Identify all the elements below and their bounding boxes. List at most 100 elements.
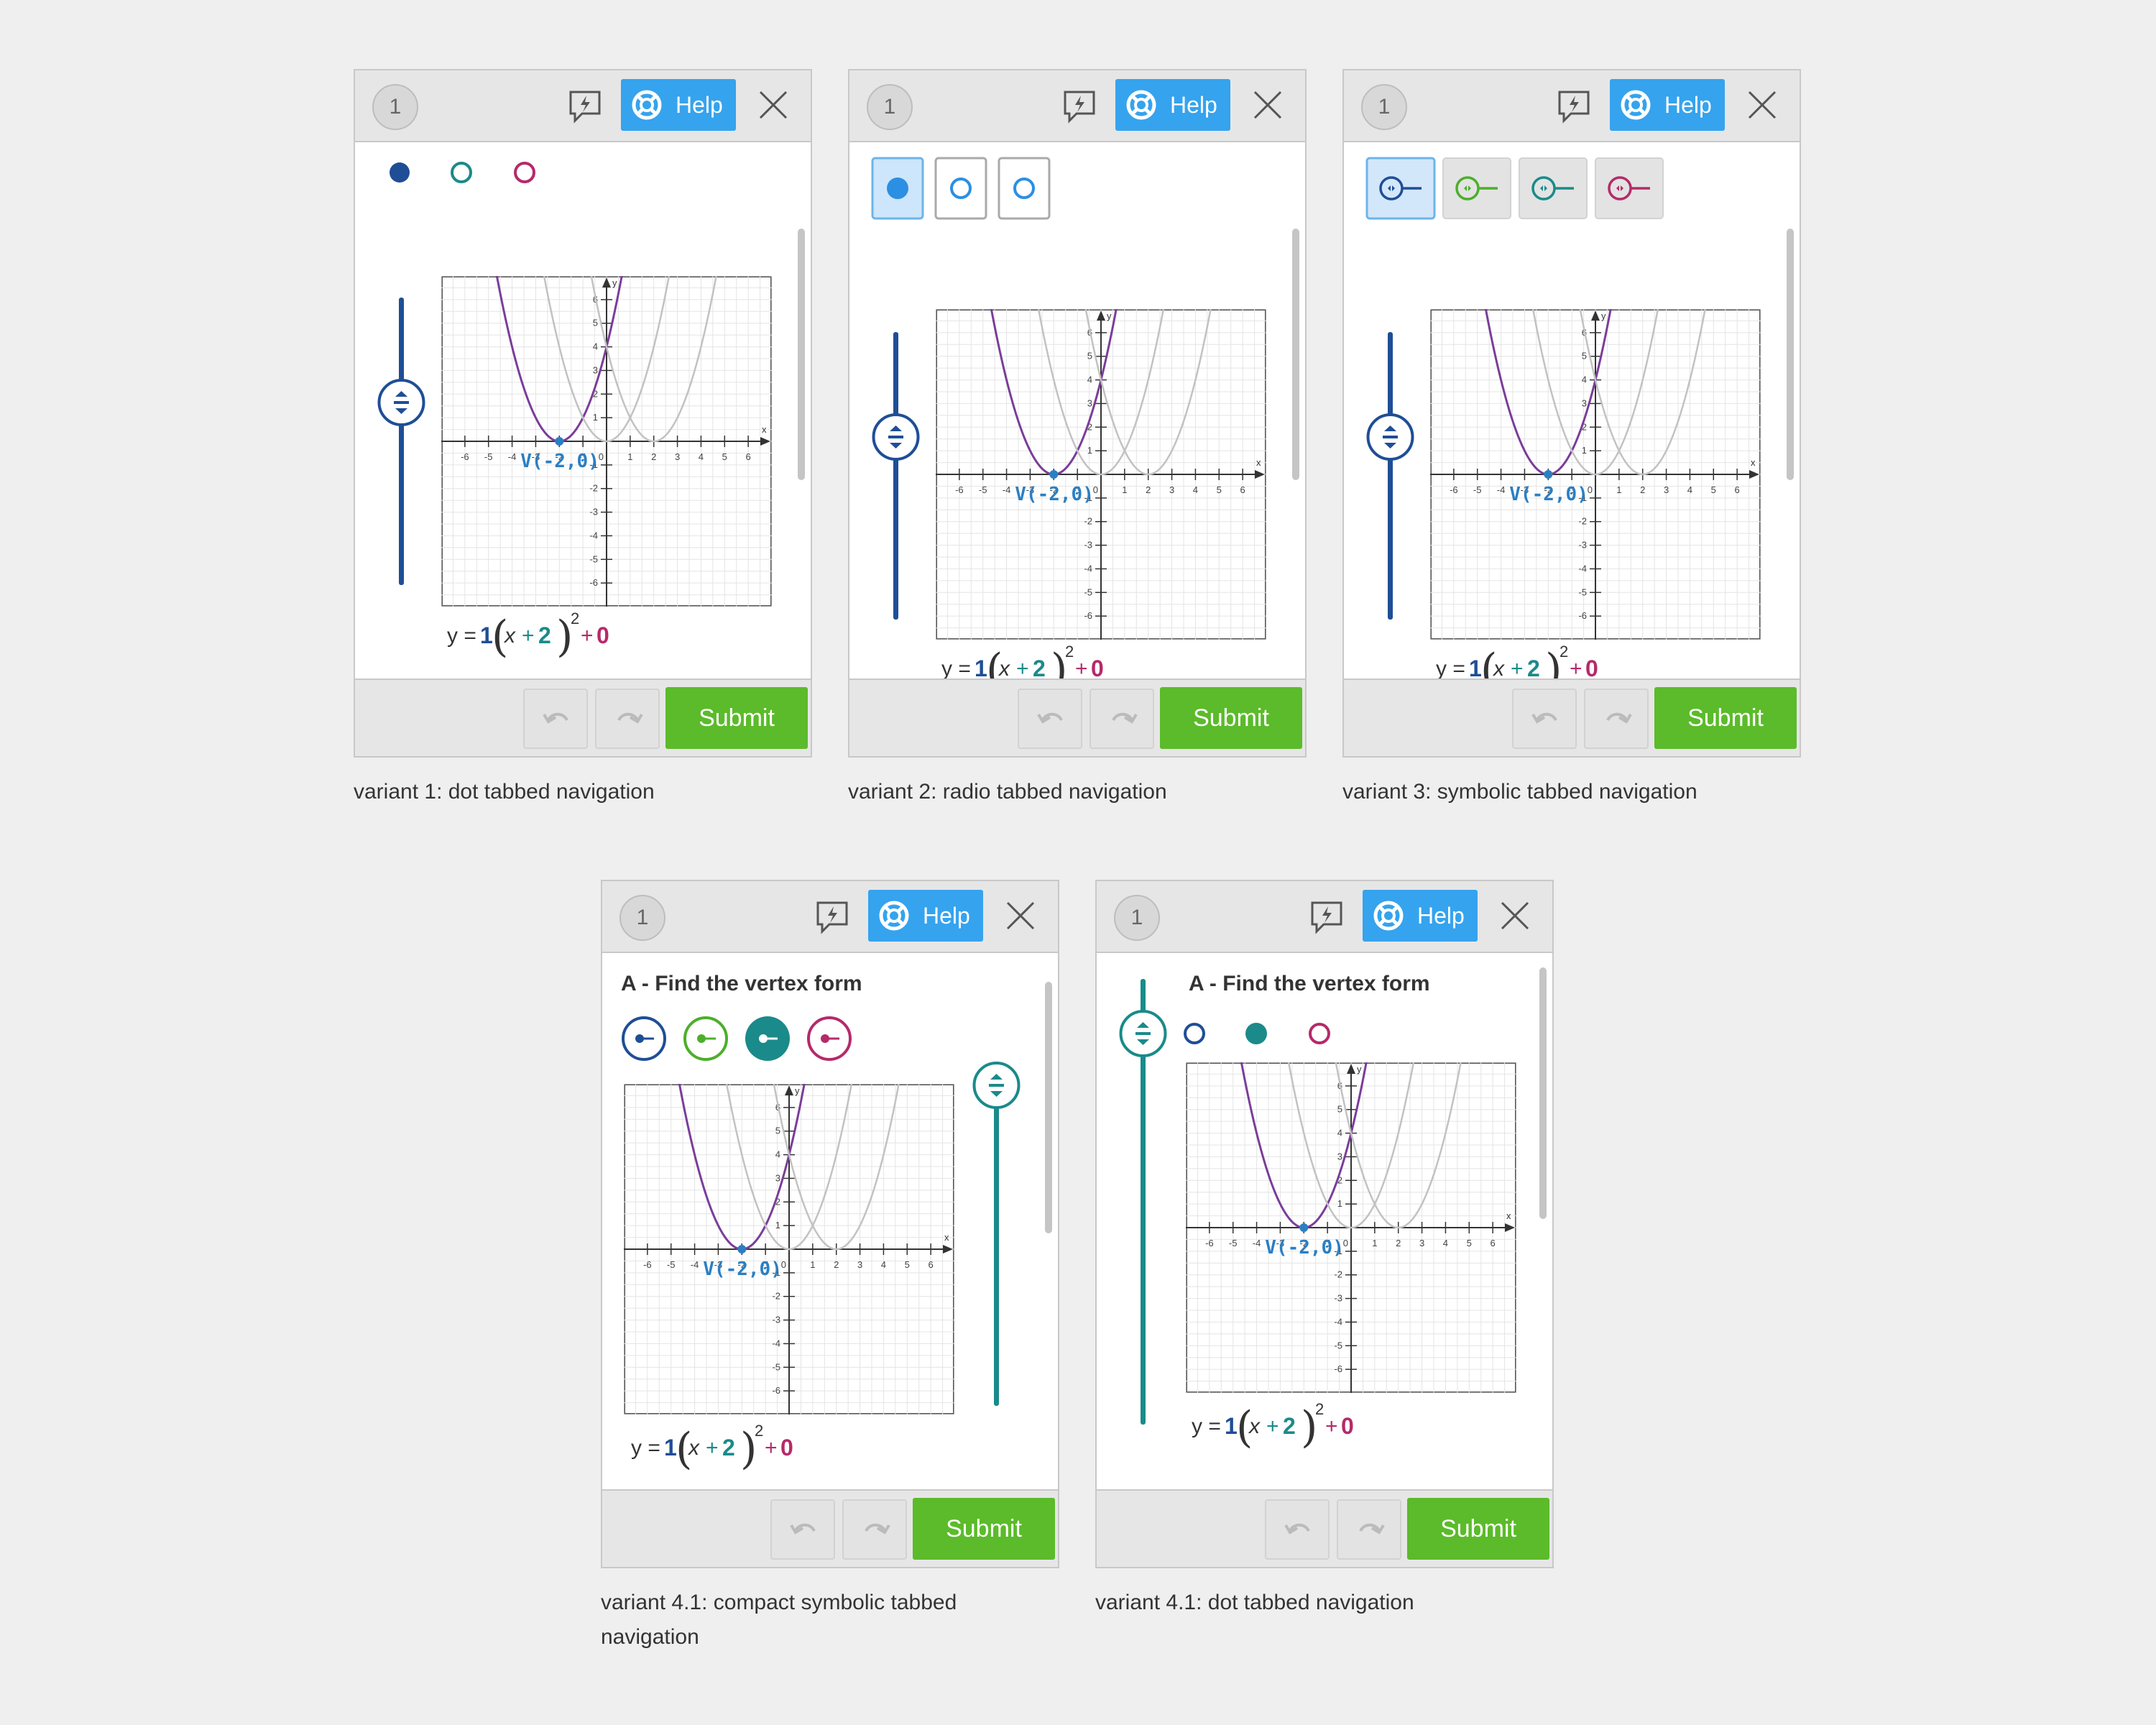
redo-button[interactable] — [1584, 689, 1649, 749]
tab-dot-1[interactable] — [1184, 1023, 1205, 1044]
vertical-slider[interactable] — [1365, 332, 1416, 620]
feedback-icon[interactable] — [1555, 88, 1593, 125]
tab-symbol-green[interactable] — [1442, 157, 1511, 219]
panel-body: x y -6 -5 -4 -3 -2 -1 1 2 3 4 5 6 0 6 5 4 3 2 1 -1 -2 -3 -4 -5 -6 V… — [355, 142, 811, 680]
help-button[interactable]: Help — [1363, 890, 1478, 942]
lifebuoy-icon — [1373, 901, 1404, 931]
panel-footer: Submit — [355, 678, 811, 756]
feedback-icon[interactable] — [1308, 898, 1345, 936]
undo-button[interactable] — [523, 689, 588, 749]
y-tick-label: 1 — [1087, 445, 1092, 456]
help-button[interactable]: Help — [1610, 79, 1725, 131]
x-tick-label: 5 — [1217, 484, 1222, 495]
x-tick-label: -6 — [955, 484, 964, 495]
redo-button[interactable] — [1337, 1499, 1401, 1560]
close-icon[interactable] — [757, 89, 789, 121]
eq-plus: + — [522, 624, 535, 648]
x-axis-label: x — [944, 1232, 949, 1243]
x-tick-label: 3 — [1664, 484, 1669, 495]
tab-radio-2[interactable] — [934, 157, 987, 220]
help-button[interactable]: Help — [621, 79, 736, 131]
x-axis-label: x — [1256, 457, 1261, 468]
tab-dot-1[interactable] — [390, 162, 410, 183]
y-axis-label: y — [795, 1085, 800, 1096]
submit-button[interactable]: Submit — [1407, 1498, 1549, 1560]
close-icon[interactable] — [1746, 89, 1778, 121]
submit-button[interactable]: Submit — [913, 1498, 1055, 1560]
undo-button[interactable] — [1018, 689, 1082, 749]
tab-symbol-teal-active[interactable] — [745, 1016, 790, 1061]
eq-k-plus: + — [581, 624, 594, 648]
feedback-icon[interactable] — [566, 88, 604, 125]
redo-icon — [865, 1523, 890, 1535]
variant-3-panel: 1 Help x y -6 -5 -4 -3 -2 -1 1 2 3 4 5 6 0 6 5 4 3 2 1 -1 -2 -3… — [1342, 69, 1801, 758]
y-tick-label: 1 — [593, 412, 598, 423]
vertical-slider[interactable] — [972, 1061, 1022, 1413]
redo-button[interactable] — [842, 1499, 907, 1560]
tab-symbol-teal[interactable] — [1519, 157, 1588, 219]
tab-dot-2[interactable] — [1245, 1023, 1267, 1044]
x-tick-label: 1 — [1616, 484, 1621, 495]
tab-symbol-green[interactable] — [683, 1016, 728, 1061]
close-icon[interactable] — [1005, 900, 1036, 932]
y-tick-label: -6 — [772, 1385, 780, 1396]
variant-4-compact-panel: 1 Help A - Find the vertex form x y -6 -5 -4… — [601, 880, 1059, 1568]
scrollbar[interactable] — [798, 229, 805, 480]
panel-header: 1 Help — [1097, 881, 1552, 953]
tab-dot-3[interactable] — [1309, 1023, 1330, 1044]
question-number-badge: 1 — [619, 895, 665, 941]
parabola-graph: xy-6 -5 -4 -3 -2 -1 1 2 3 4 5 60654321-1-2-3-4-5-6V… — [624, 1084, 954, 1414]
x-tick-label: -5 — [1473, 484, 1482, 495]
help-button[interactable]: Help — [1115, 79, 1230, 131]
x-tick-label: 3 — [1169, 484, 1174, 495]
submit-button[interactable]: Submit — [665, 687, 808, 749]
tab-symbol-magenta[interactable] — [1595, 157, 1664, 219]
submit-button[interactable]: Submit — [1654, 687, 1797, 749]
tab-symbol-magenta[interactable] — [807, 1016, 852, 1061]
tab-symbol-navy[interactable] — [1365, 157, 1436, 220]
vertex-form-equation: y = 1(x +2) 2 +0 — [1192, 1399, 1407, 1456]
undo-button[interactable] — [1512, 689, 1577, 749]
panel-body: x y -6 -5 -4 -3 -2 -1 1 2 3 4 5 6 0 6 5 4 3 2 1 -1 -2 -3 -4 -5 -6 V… — [1344, 142, 1800, 695]
redo-button[interactable] — [1089, 689, 1154, 749]
x-tick-label: 2 — [651, 451, 656, 462]
close-icon[interactable] — [1499, 900, 1531, 932]
y-axis-label: y — [1357, 1064, 1362, 1075]
scrollbar[interactable] — [1539, 967, 1547, 1219]
x-tick-label: 4 — [1687, 484, 1692, 495]
help-button[interactable]: Help — [868, 890, 983, 942]
vertex-point — [737, 1245, 747, 1254]
submit-button[interactable]: Submit — [1160, 687, 1302, 749]
tab-radio-3[interactable] — [998, 157, 1051, 220]
x-tick-label: 1 — [627, 451, 632, 462]
x-tick-label: 4 — [699, 451, 704, 462]
eq-k: 0 — [780, 1435, 793, 1460]
help-label: Help — [676, 92, 723, 118]
scrollbar[interactable] — [1787, 229, 1794, 480]
tab-symbol-navy[interactable] — [622, 1016, 666, 1061]
vertical-slider[interactable] — [377, 298, 427, 585]
tab-dot-3[interactable] — [514, 162, 535, 183]
vertical-slider[interactable] — [871, 332, 921, 620]
redo-icon — [1606, 712, 1632, 724]
feedback-icon[interactable] — [1061, 88, 1098, 125]
vertex-point — [1049, 470, 1059, 479]
tab-dot-2[interactable] — [451, 162, 472, 183]
feedback-icon[interactable] — [814, 898, 851, 936]
y-tick-label: 3 — [1582, 397, 1587, 408]
undo-button[interactable] — [770, 1499, 835, 1560]
redo-icon — [617, 712, 643, 724]
redo-button[interactable] — [595, 689, 660, 749]
x-tick-label: 6 — [1240, 484, 1245, 495]
tab-radio-1[interactable] — [871, 157, 924, 220]
y-axis-label: y — [1601, 310, 1606, 321]
question-number-badge: 1 — [867, 84, 913, 130]
scrollbar[interactable] — [1292, 229, 1299, 480]
close-icon[interactable] — [1252, 89, 1284, 121]
undo-icon — [1531, 712, 1557, 724]
eq-y: y = — [631, 1436, 660, 1460]
undo-button[interactable] — [1265, 1499, 1330, 1560]
eq-h: 2 — [1283, 1413, 1296, 1439]
vertical-slider[interactable] — [1118, 979, 1169, 1425]
scrollbar[interactable] — [1045, 982, 1052, 1233]
